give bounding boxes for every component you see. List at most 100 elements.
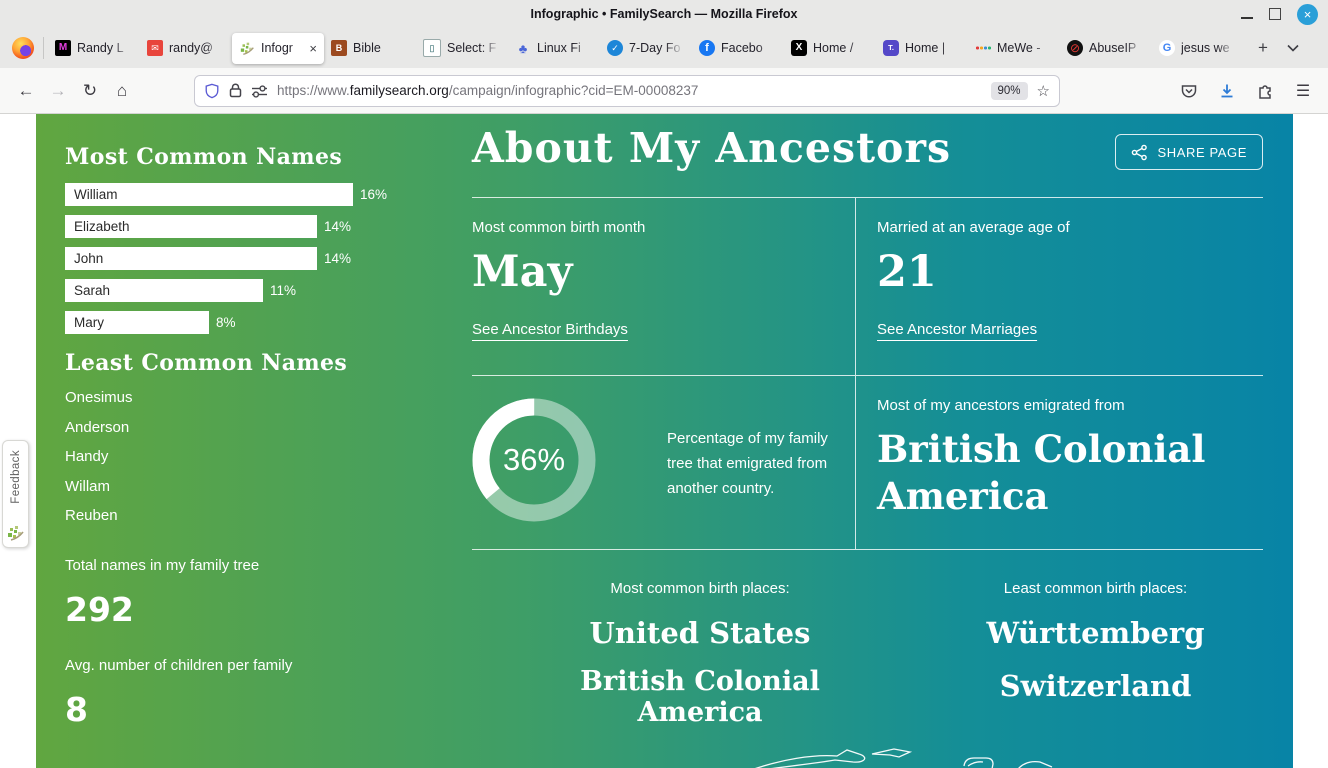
tab-home[interactable]: T. Home | [876,33,968,64]
tab-bar: M Randy L ✉ randy@ Infogr × B Bible ▯ Se… [0,28,1328,68]
least-common-names-heading: Least Common Names [65,350,467,376]
tab-strip: M Randy L ✉ randy@ Infogr × B Bible ▯ Se… [48,33,1244,64]
home-button[interactable]: ⌂ [106,75,138,107]
familysearch-tree-logo [7,524,25,542]
mewe-icon [975,40,991,56]
most-birth-places-label: Most common birth places: [472,580,928,597]
emigrated-from-label: Most of my ancestors emigrated from [877,397,1263,414]
select-icon: ▯ [423,39,441,57]
donut-caption: Percentage of my family tree that emigra… [667,426,855,501]
list-item: Willam [65,478,467,495]
x-twitter-icon: X [791,40,807,56]
ancestor-birthdays-link[interactable]: See Ancestor Birthdays [472,321,628,338]
tab-title: AbuseIP [1089,41,1147,55]
name-bar-percent: 8% [216,315,236,330]
ancestor-marriages-link[interactable]: See Ancestor Marriages [877,321,1037,338]
birth-places-section: Most common birth places: United States … [472,580,1263,728]
birth-month-value: May [472,251,835,294]
share-page-label: SHARE PAGE [1157,145,1247,160]
birth-place-value: Württemberg [928,617,1263,650]
least-common-birth-places: Least common birth places: Württemberg S… [928,580,1263,728]
extensions-puzzle-icon[interactable] [1250,76,1280,106]
married-age-label: Married at an average age of [877,219,1263,236]
name-bar: John [65,247,317,270]
name-bar: Sarah [65,279,263,302]
window-title: Infographic • FamilySearch — Mozilla Fir… [0,7,1328,21]
titlebar: Infographic • FamilySearch — Mozilla Fir… [0,0,1328,28]
tracking-protection-shield-icon[interactable] [204,83,220,99]
url-text[interactable]: https://www.familysearch.org/campaign/in… [277,83,982,98]
close-button[interactable]: × [1297,4,1318,25]
list-item: Handy [65,448,467,465]
firefox-logo-icon[interactable] [12,37,34,59]
name-bar-row: William 16% [65,183,467,206]
feedback-label: Feedback [10,450,22,504]
tab-title: randy@ [169,41,227,55]
birth-place-value: British Colonial America [575,666,825,728]
list-item: Reuben [65,507,467,524]
tab-title: jesus we [1181,41,1239,55]
tab-title: MeWe - [997,41,1055,55]
total-names-value: 292 [65,590,467,629]
forecast-icon: ✓ [607,40,623,56]
back-button[interactable]: ← [10,75,42,107]
zoom-level-badge[interactable]: 90% [991,82,1028,100]
name-bar-row: Sarah 11% [65,279,467,302]
tab-abuseip[interactable]: ⊘ AbuseIP [1060,33,1152,64]
tab-title: Home | [905,41,963,55]
share-page-button[interactable]: SHARE PAGE [1115,134,1263,170]
pocket-icon[interactable] [1174,76,1204,106]
tab-list-dropdown-button[interactable] [1280,35,1306,61]
tab-infogr[interactable]: Infogr × [232,33,324,64]
tab-title: Home / [813,41,871,55]
lock-icon[interactable] [229,83,242,98]
reload-button[interactable]: ↻ [74,75,106,107]
feedback-tab[interactable]: Feedback [2,440,29,548]
linux-icon: ♣ [515,40,531,56]
tab-title: Facebo [721,41,779,55]
tab-close-icon[interactable]: × [307,42,319,55]
name-bar-percent: 14% [324,251,351,266]
avg-children-value: 8 [65,690,467,729]
avg-children-label: Avg. number of children per family [65,657,467,674]
list-item: Anderson [65,419,467,436]
minimize-button[interactable] [1241,17,1253,19]
tab-linux-fi[interactable]: ♣ Linux Fi [508,33,600,64]
bookmark-star-icon[interactable]: ☆ [1037,82,1050,100]
name-bar-row: John 14% [65,247,467,270]
url-bar[interactable]: https://www.familysearch.org/campaign/in… [194,75,1060,107]
tab-bible[interactable]: B Bible [324,33,416,64]
main-panel: About My Ancestors SHARE PAGE Most commo… [472,124,1263,728]
most-common-names-heading: Most Common Names [65,144,467,170]
birth-place-value: Switzerland [928,670,1263,703]
tab-mewe[interactable]: MeWe - [968,33,1060,64]
mail-icon: ✉ [147,40,163,56]
tab-title: Bible [353,41,411,55]
infographic-content: Most Common Names William 16% Elizabeth … [36,114,1293,768]
bible-icon: B [331,40,347,56]
forward-button[interactable]: → [42,75,74,107]
tab-facebo[interactable]: f Facebo [692,33,784,64]
randy-logo-icon: M [55,40,71,56]
birth-place-value: United States [472,617,928,650]
tab-7-day-fo[interactable]: ✓ 7-Day Fo [600,33,692,64]
name-bar-row: Elizabeth 14% [65,215,467,238]
emigration-donut-cell: 36% Percentage of my family tree that em… [472,376,856,550]
new-tab-button[interactable]: + [1250,35,1276,61]
tab-title: 7-Day Fo [629,41,687,55]
tab-home[interactable]: X Home / [784,33,876,64]
hamburger-menu-icon[interactable]: ☰ [1288,76,1318,106]
tab-title: Randy L [77,41,135,55]
tab-randy-l[interactable]: M Randy L [48,33,140,64]
site-permissions-icon[interactable] [251,84,268,98]
share-icon [1131,144,1148,161]
birth-month-cell: Most common birth month May See Ancestor… [472,198,856,376]
downloads-icon[interactable] [1212,76,1242,106]
tab-select-f[interactable]: ▯ Select: F [416,33,508,64]
donut-chart: 36% [472,398,596,522]
total-names-label: Total names in my family tree [65,557,467,574]
restore-button[interactable] [1269,8,1281,20]
name-bar-row: Mary 8% [65,311,467,334]
tab-randy[interactable]: ✉ randy@ [140,33,232,64]
tab-jesus-we[interactable]: G jesus we [1152,33,1244,64]
